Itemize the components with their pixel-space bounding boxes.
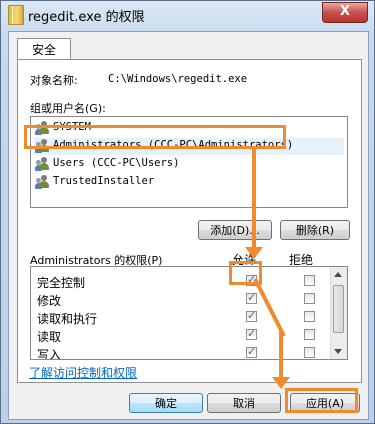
cancel-button[interactable]: 取消: [207, 393, 281, 413]
permission-name: 写入: [37, 348, 62, 360]
object-name-value: C:\Windows\regedit.exe: [108, 73, 248, 85]
close-button[interactable]: X: [322, 2, 368, 23]
allow-checkbox[interactable]: [246, 345, 257, 358]
ok-button[interactable]: 确定: [129, 393, 203, 413]
remove-button[interactable]: 删除(R): [280, 220, 350, 240]
permission-row: 完全控制: [31, 272, 329, 290]
title-bar[interactable]: regedit.exe 的权限 X: [1, 1, 374, 29]
permission-name: 完全控制: [37, 276, 86, 290]
window-title: regedit.exe 的权限: [28, 10, 145, 25]
add-button[interactable]: 添加(D)...: [198, 220, 272, 240]
permissions-scrollbar[interactable]: [330, 267, 347, 359]
scroll-up-arrow-icon[interactable]: [334, 272, 342, 277]
deny-checkbox[interactable]: [304, 347, 315, 358]
allow-checkbox[interactable]: [246, 291, 257, 304]
highlight-apply-button: [285, 388, 358, 413]
highlight-administrators: [24, 125, 286, 149]
permission-name: 修改: [37, 294, 62, 308]
deny-checkbox[interactable]: [304, 329, 315, 340]
allow-checkbox[interactable]: [246, 309, 257, 322]
groups-label: 组或用户名(G):: [30, 102, 106, 115]
scroll-down-arrow-icon[interactable]: [334, 349, 342, 354]
deny-checkbox[interactable]: [304, 275, 315, 286]
list-item[interactable]: Users (CCC-PC\Users): [34, 156, 344, 173]
permission-row: 修改: [31, 290, 329, 308]
permissions-window: regedit.exe 的权限 X 安全 对象名称: C:\Windows\re…: [0, 0, 375, 424]
user-group-icon: [35, 175, 50, 189]
permission-row: 读取和执行: [31, 308, 329, 326]
permission-name: 读取和执行: [37, 312, 98, 326]
folder-icon: [8, 5, 24, 25]
tab-security[interactable]: 安全: [17, 38, 71, 61]
user-group-icon: [35, 157, 50, 171]
annotation-arrow-head-icon: [272, 377, 290, 389]
security-tab-page: 对象名称: C:\Windows\regedit.exe 组或用户名(G): S…: [17, 59, 362, 383]
deny-checkbox[interactable]: [304, 293, 315, 304]
permissions-list: 完全控制 修改 读取和执行 读取: [30, 266, 348, 360]
list-item[interactable]: TrustedInstaller: [34, 174, 344, 191]
permission-row: 写入: [31, 344, 329, 360]
list-item-label: TrustedInstaller: [53, 175, 155, 187]
annotation-arrow-line: [279, 331, 283, 379]
help-link[interactable]: 了解访问控制和权限: [29, 364, 137, 381]
scroll-thumb[interactable]: [333, 285, 344, 333]
annotation-arrow-line: [252, 147, 256, 257]
list-item-label: Users (CCC-PC\Users): [53, 157, 180, 169]
annotation-arrow-head-icon: [245, 247, 263, 259]
deny-checkbox[interactable]: [304, 311, 315, 322]
allow-checkbox[interactable]: [246, 327, 257, 340]
dialog-panel: 安全 对象名称: C:\Windows\regedit.exe 组或用户名(G)…: [8, 31, 369, 420]
permission-name: 读取: [37, 330, 62, 344]
object-name-label: 对象名称:: [30, 74, 78, 87]
